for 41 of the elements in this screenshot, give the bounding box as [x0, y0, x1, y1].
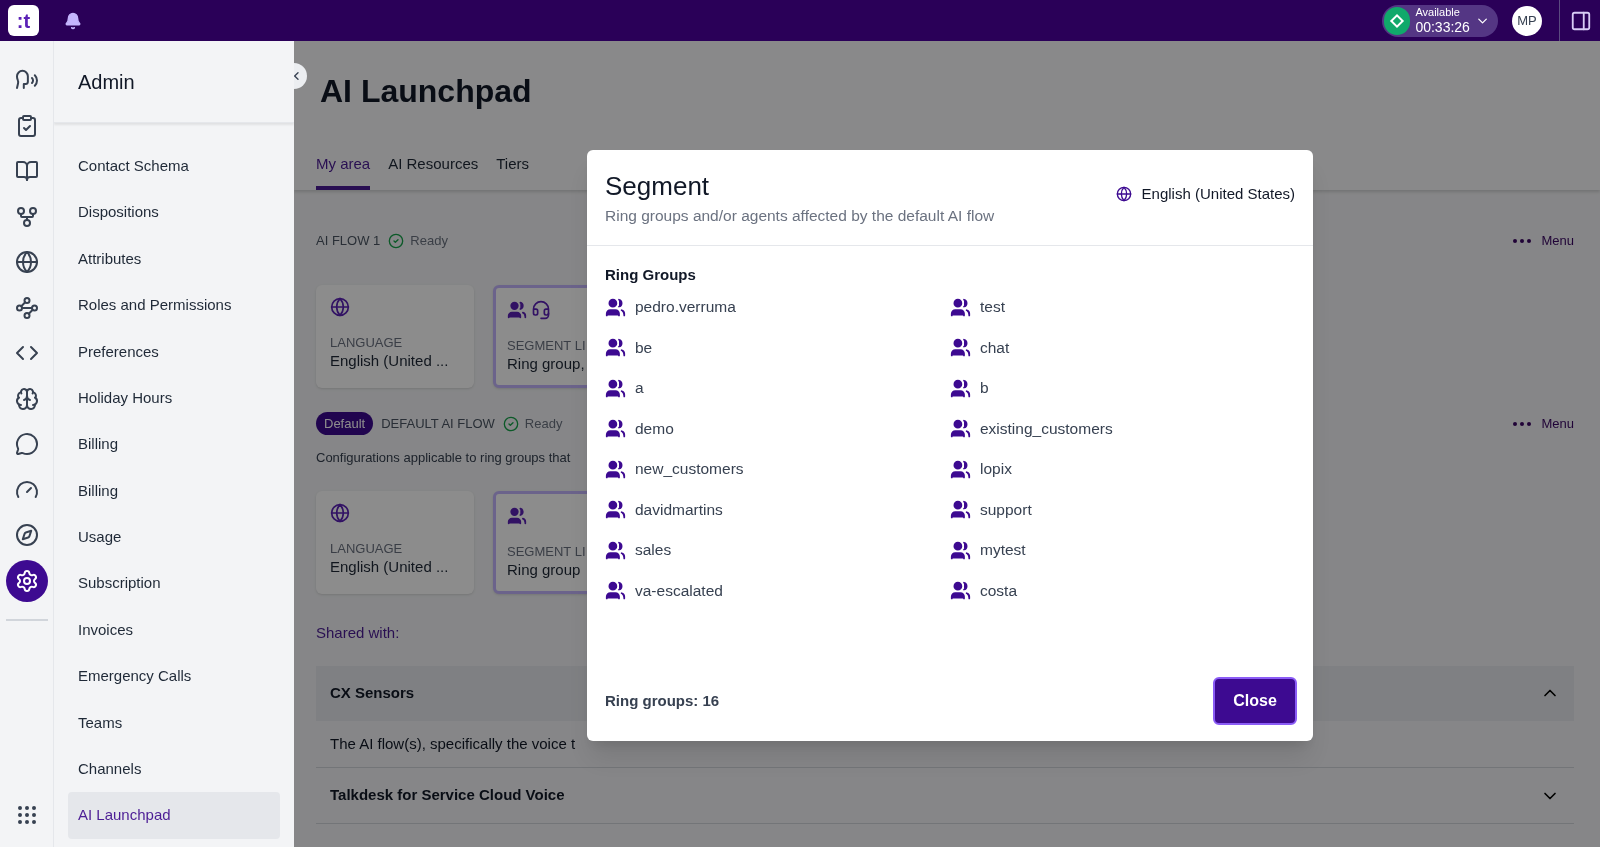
ring-group-name: pedro.verruma: [635, 297, 736, 318]
accordion-body: The AI flow(s), specifically the voice t: [330, 733, 576, 754]
ring-group-name: existing_customers: [980, 418, 1113, 439]
ring-group-name: mytest: [980, 540, 1026, 561]
dialog-subtitle: Ring groups and/or agents affected by the default AI flow: [605, 206, 995, 226]
ring-group-name: sales: [635, 540, 672, 561]
section-title: Ring Groups: [605, 265, 696, 286]
status-label: Available: [1415, 7, 1461, 18]
ring-group-name: support: [980, 499, 1032, 520]
card-label: SEGMENT LI: [507, 544, 586, 560]
shared-with-label: Shared with:: [316, 623, 400, 643]
ring-group-name: va-escalated: [635, 580, 723, 601]
flow-label: DEFAULT AI FLOW: [381, 414, 495, 433]
card-label: SEGMENT LI: [507, 337, 586, 354]
ring-group-name: costa: [980, 580, 1018, 601]
flow-description: Configurations applicable to ring groups that: [316, 448, 571, 467]
flow-status: Ready: [524, 414, 563, 433]
ring-group-name: be: [635, 337, 653, 358]
status-timer: 00:33:26: [1415, 20, 1470, 34]
flow-status: Ready: [410, 231, 448, 250]
card-label: LANGUAGE: [330, 334, 403, 351]
ring-group-count: Ring groups: 16: [604, 690, 720, 711]
ring-group-name: davidmartins: [635, 499, 723, 520]
ring-group-name: test: [980, 297, 1005, 318]
card-value: Ring group,: [507, 353, 585, 374]
page-title: AI Launchpad: [319, 72, 533, 111]
ring-group-name: b: [980, 378, 989, 399]
dialog-title: Segment: [605, 170, 711, 202]
card-value: Ring group: [507, 560, 581, 580]
ring-group-name: lopix: [980, 459, 1012, 480]
card-value: English (United ...: [330, 557, 449, 577]
default-badge: Default: [316, 411, 374, 436]
ring-group-name: chat: [980, 337, 1010, 358]
ring-group-name: new_customers: [635, 459, 744, 480]
ring-group-name: demo: [635, 418, 674, 439]
dialog-language: English (United States): [1141, 183, 1295, 204]
card-label: LANGUAGE: [330, 541, 403, 557]
sidebar-title: Admin: [78, 69, 135, 95]
card-value: English (United ...: [330, 350, 449, 371]
ring-group-name: a: [635, 378, 644, 399]
flow-label: AI FLOW 1: [316, 231, 381, 250]
